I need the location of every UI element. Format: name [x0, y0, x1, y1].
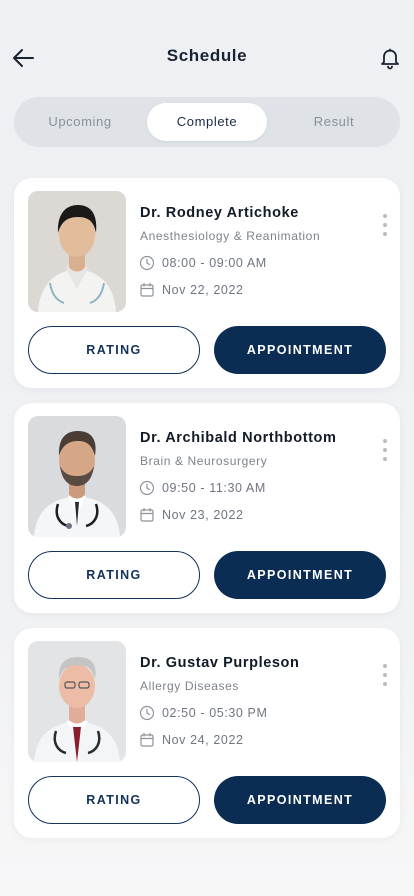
app-header: Schedule	[0, 0, 414, 96]
more-options-icon[interactable]	[378, 664, 392, 686]
appointment-button[interactable]: APPOINTMENT	[214, 776, 386, 824]
time-text: 09:50 - 11:30 AM	[162, 481, 266, 495]
clock-icon	[139, 255, 155, 271]
appointment-card: Dr. Rodney Artichoke Anesthesiology & Re…	[14, 178, 400, 388]
doctor-name: Dr. Gustav Purpleson	[140, 655, 300, 671]
date-text: Nov 24, 2022	[162, 733, 244, 747]
doctor-photo	[28, 191, 126, 312]
doctor-name: Dr. Archibald Northbottom	[140, 430, 337, 446]
appointment-date: Nov 22, 2022	[139, 282, 244, 298]
page-title: Schedule	[166, 46, 248, 65]
rating-button[interactable]: RATING	[28, 551, 200, 599]
doctor-photo	[28, 416, 126, 537]
appointment-time: 09:50 - 11:30 AM	[139, 480, 266, 496]
more-options-icon[interactable]	[378, 439, 392, 461]
doctor-photo	[28, 641, 126, 762]
doctor-specialty: Allergy Diseases	[140, 679, 239, 693]
doctor-name: Dr. Rodney Artichoke	[140, 205, 299, 221]
appointment-date: Nov 24, 2022	[139, 732, 244, 748]
bell-icon	[381, 48, 399, 70]
date-text: Nov 22, 2022	[162, 283, 244, 297]
tab-upcoming[interactable]: Upcoming	[22, 103, 138, 141]
tab-result[interactable]: Result	[276, 103, 392, 141]
appointment-card: Dr. Archibald Northbottom Brain & Neuros…	[14, 403, 400, 613]
clock-icon	[139, 480, 155, 496]
rating-button[interactable]: RATING	[28, 326, 200, 374]
appointment-button[interactable]: APPOINTMENT	[214, 551, 386, 599]
appointment-time: 02:50 - 05:30 PM	[139, 705, 268, 721]
calendar-icon	[140, 732, 154, 747]
date-text: Nov 23, 2022	[162, 508, 244, 522]
appointment-time: 08:00 - 09:00 AM	[139, 255, 267, 271]
doctor-specialty: Brain & Neurosurgery	[140, 454, 268, 468]
more-options-icon[interactable]	[378, 214, 392, 236]
doctor-specialty: Anesthesiology & Reanimation	[140, 229, 321, 243]
tab-complete[interactable]: Complete	[147, 103, 267, 141]
clock-icon	[139, 705, 155, 721]
time-text: 08:00 - 09:00 AM	[162, 256, 267, 270]
calendar-icon	[140, 507, 154, 522]
notifications-button[interactable]	[376, 44, 404, 72]
rating-button[interactable]: RATING	[28, 776, 200, 824]
appointment-date: Nov 23, 2022	[139, 507, 244, 523]
appointment-button[interactable]: APPOINTMENT	[214, 326, 386, 374]
time-text: 02:50 - 05:30 PM	[162, 706, 268, 720]
calendar-icon	[140, 282, 154, 297]
schedule-tabs: Upcoming Complete Result	[14, 97, 400, 147]
appointment-card: Dr. Gustav Purpleson Allergy Diseases 02…	[14, 628, 400, 838]
